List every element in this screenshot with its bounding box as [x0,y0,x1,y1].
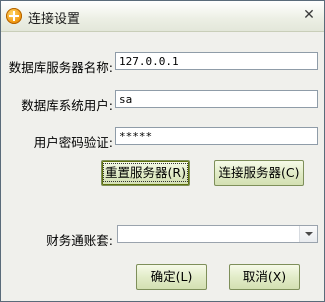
account-set-select[interactable] [117,225,318,243]
ok-button-label: 确定(L) [150,269,193,284]
reset-server-button[interactable]: 重置服务器(R) [101,160,190,186]
connect-server-button-label: 连接服务器(C) [218,165,300,180]
connect-server-button[interactable]: 连接服务器(C) [214,160,304,186]
db-server-input[interactable]: 127.0.0.1 [115,52,318,70]
account-set-label: 财务通账套: [46,233,113,248]
title-bar: 连接设置 ✕ [1,1,324,32]
cancel-button-label: 取消(X) [242,269,287,284]
close-icon[interactable]: ✕ [302,8,316,22]
db-user-input[interactable]: sa [115,90,318,108]
reset-server-button-label: 重置服务器(R) [103,163,188,182]
db-user-label: 数据库系统用户: [21,98,113,113]
app-logo-icon [6,8,22,24]
ok-button[interactable]: 确定(L) [136,264,207,290]
cancel-button[interactable]: 取消(X) [229,264,300,290]
password-label: 用户密码验证: [33,135,113,150]
chevron-down-icon[interactable] [299,226,317,242]
dialog-title: 连接设置 [28,12,81,27]
password-input[interactable]: ***** [115,127,318,145]
connection-settings-dialog: 连接设置 ✕ 数据库服务器名称: 127.0.0.1 数据库系统用户: sa 用… [0,0,325,302]
db-server-label: 数据库服务器名称: [8,60,113,75]
